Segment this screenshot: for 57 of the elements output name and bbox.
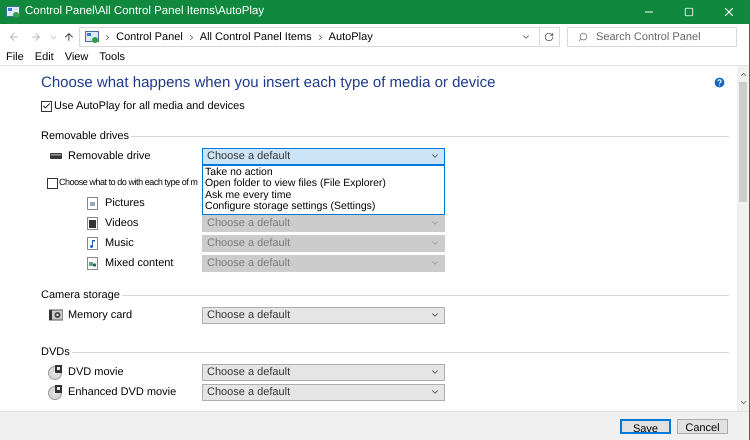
checkbox-label: Choose what to do with each type of m [59,176,198,190]
up-icon[interactable] [63,31,76,43]
checkbox[interactable] [41,100,52,112]
menu-item[interactable]: View [64,49,88,66]
dialog-button[interactable]: Cancel [677,419,728,434]
menu-item[interactable]: Tools [99,49,126,66]
section-title: Camera storage [41,288,120,303]
picture-file-icon [87,196,98,210]
checkbox[interactable] [47,178,58,188]
checkbox-label: Use AutoPlay for all media and devices [54,98,245,114]
scroll-up-icon[interactable] [738,70,748,79]
section-title: DVDs [41,344,70,360]
search-input[interactable]: Search Control Panel [596,28,736,46]
dropdown-option[interactable]: Configure storage settings (Settings) [203,201,444,212]
scrollbar[interactable] [737,66,749,411]
breadcrumb-item[interactable]: AutoPlay [328,28,373,46]
address-bar[interactable]: Control Panel All Control Panel Items AutoPlay [79,27,560,47]
camera-icon [48,309,62,321]
media-type-label: Removable drive [68,148,151,164]
default-action-dropdown[interactable]: Choose a default [202,384,445,400]
video-file-icon [87,216,98,230]
help-icon[interactable] [713,76,726,89]
search-field[interactable]: Search Control Panel [566,27,737,47]
default-action-dropdown[interactable]: Choose a default [202,148,445,164]
dropdown-option[interactable]: Open folder to view files (File Explorer) [203,178,444,190]
dialog-button[interactable]: Save [620,419,671,434]
dropdown-option[interactable]: Ask me every time [203,190,444,201]
media-type-label: Videos [105,216,138,231]
default-action-dropdown[interactable]: Choose a default [202,364,445,380]
menu-item[interactable]: File [6,49,24,66]
menu-item[interactable]: Edit [34,49,54,66]
mixed-file-icon [87,256,98,270]
maximize-icon [684,7,694,17]
window-title: Control Panel\All Control Panel Items\AutoPlay [25,4,264,20]
refresh-icon[interactable] [544,32,554,42]
scroll-down-icon[interactable] [738,398,748,407]
drive-icon [50,153,62,159]
close-icon [722,5,736,19]
media-type-label: Music [105,236,134,251]
control-panel-icon [85,30,100,44]
media-type-label: Mixed content [105,256,174,271]
media-type-label: DVD movie [68,364,124,380]
page-heading: Choose what happens when you insert each type of media or device [41,74,496,92]
breadcrumb-item[interactable]: Control Panel [116,28,183,46]
control-panel-icon [6,6,20,18]
disc-icon [48,364,63,380]
media-type-label: Enhanced DVD movie [68,384,176,400]
section-title: Removable drives [41,128,130,144]
dropdown-option[interactable]: Take no action [203,166,444,178]
music-file-icon [87,236,98,250]
breadcrumb-item[interactable]: All Control Panel Items [200,28,312,46]
disc-icon [48,384,63,400]
search-icon [578,32,588,42]
media-type-label: Pictures [105,196,145,211]
media-type-label: Memory card [68,308,132,323]
scrollbar-thumb[interactable] [739,82,747,202]
default-action-dropdown[interactable]: Choose a default [202,306,445,324]
